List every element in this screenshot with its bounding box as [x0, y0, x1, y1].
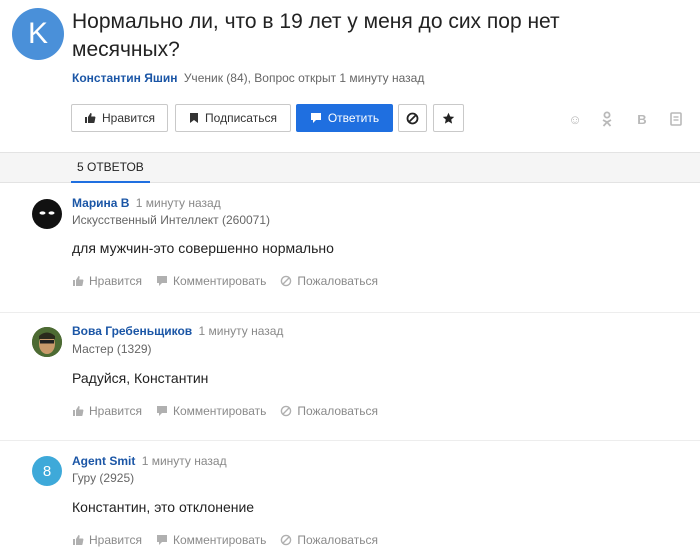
- answer-report-button[interactable]: Пожаловаться: [280, 404, 378, 418]
- answer-time: 1 минуту назад: [141, 454, 227, 468]
- answer-comment-button[interactable]: Комментировать: [156, 274, 266, 288]
- comment-icon: [156, 406, 167, 416]
- answer-author-line: Agent Smit 1 минуту назад: [72, 454, 227, 468]
- answer-report-label: Пожаловаться: [297, 533, 378, 547]
- answer-like-button[interactable]: Нравится: [72, 533, 142, 547]
- report-icon: [281, 275, 292, 287]
- avatar[interactable]: [32, 327, 62, 357]
- thumbs-up-icon: [73, 406, 84, 416]
- answer-like-button[interactable]: Нравится: [72, 274, 142, 288]
- answer-comment-label: Комментировать: [172, 404, 267, 418]
- answer-button[interactable]: Ответить: [296, 104, 393, 132]
- question-title: Нормально ли, что в 19 лет у меня до сих…: [72, 10, 560, 61]
- divider: [0, 440, 700, 441]
- tab-answers[interactable]: 5 ОТВЕТОВ: [71, 153, 150, 183]
- avatar-letter: 8: [42, 462, 52, 480]
- avatar-letter: K: [27, 17, 48, 50]
- answer-actions: Нравится Комментировать Пожаловаться: [72, 404, 378, 418]
- comment-icon: [156, 276, 167, 286]
- favorite-button[interactable]: [433, 104, 464, 132]
- thumbs-up-icon: [73, 535, 84, 545]
- thumbs-up-icon: [85, 113, 96, 123]
- answer-report-label: Пожаловаться: [297, 274, 378, 288]
- answer-item: Марина В 1 минуту назад Искусственный Ин…: [0, 183, 700, 313]
- answer-text: Радуйся, Константин: [72, 370, 209, 386]
- answer-like-button[interactable]: Нравится: [72, 404, 142, 418]
- question-author-avatar[interactable]: K: [12, 8, 64, 60]
- share-ok-icon[interactable]: [598, 110, 616, 128]
- question-meta-text: Ученик (84), Вопрос открыт 1 минуту наза…: [183, 71, 425, 85]
- like-button-label: Нравится: [102, 111, 155, 125]
- answer-time: 1 минуту назад: [198, 324, 284, 338]
- answer-button-label: Ответить: [327, 111, 380, 125]
- more-share-icon[interactable]: [667, 110, 685, 128]
- answer-like-label: Нравится: [89, 404, 142, 418]
- question-meta: Константин Яшин Ученик (84), Вопрос откр…: [72, 71, 424, 85]
- answer-text: Константин, это отклонение: [72, 499, 255, 515]
- answer-comment-button[interactable]: Комментировать: [156, 404, 266, 418]
- answer-author-rank: Мастер (1329): [72, 342, 152, 356]
- speech-bubble-icon: [310, 113, 321, 123]
- answer-comment-button[interactable]: Комментировать: [156, 533, 266, 547]
- subscribe-button[interactable]: Подписаться: [175, 104, 291, 132]
- answer-actions: Нравится Комментировать Пожаловаться: [72, 533, 378, 547]
- bookmark-icon: [190, 113, 199, 123]
- answer-report-button[interactable]: Пожаловаться: [280, 533, 378, 547]
- like-button[interactable]: Нравится: [71, 104, 168, 132]
- answer-time: 1 минуту назад: [135, 196, 221, 210]
- question-author-link[interactable]: Константин Яшин: [72, 71, 177, 85]
- answer-author-link[interactable]: Agent Smit: [72, 454, 135, 468]
- answer-author-line: Марина В 1 минуту назад: [72, 196, 221, 210]
- answer-author-link[interactable]: Марина В: [72, 196, 129, 210]
- answer-text: для мужчин-это совершенно нормально: [72, 240, 334, 256]
- comment-icon: [156, 535, 167, 545]
- answer-report-button[interactable]: Пожаловаться: [280, 274, 378, 288]
- subscribe-button-label: Подписаться: [205, 111, 277, 125]
- answers-tab-bar: 5 ОТВЕТОВ: [0, 152, 700, 183]
- answer-like-label: Нравится: [89, 533, 142, 547]
- answer-like-label: Нравится: [89, 274, 142, 288]
- answer-comment-label: Комментировать: [172, 533, 267, 547]
- answer-report-label: Пожаловаться: [297, 404, 378, 418]
- block-button[interactable]: [398, 104, 427, 132]
- avatar[interactable]: [32, 199, 62, 229]
- answer-item: Вова Гребеньщиков 1 минуту назад Мастер …: [0, 312, 700, 441]
- report-icon: [281, 405, 292, 417]
- answer-author-rank: Искусственный Интеллект (260071): [72, 213, 271, 227]
- answer-item: 8 Agent Smit 1 минуту назад Гуру (2925) …: [0, 440, 700, 558]
- report-icon: [281, 534, 292, 546]
- answer-actions: Нравится Комментировать Пожаловаться: [72, 274, 378, 288]
- answer-author-line: Вова Гребеньщиков 1 минуту назад: [72, 324, 283, 338]
- answer-comment-label: Комментировать: [172, 274, 267, 288]
- share-vk-icon[interactable]: B: [633, 110, 651, 128]
- answer-author-rank: Гуру (2925): [72, 471, 135, 485]
- star-icon: [442, 112, 455, 124]
- share-mail-icon[interactable]: ☺: [566, 110, 584, 128]
- block-icon: [406, 112, 419, 124]
- divider: [0, 312, 700, 313]
- avatar[interactable]: 8: [32, 456, 62, 486]
- thumbs-up-icon: [73, 276, 84, 286]
- answer-author-link[interactable]: Вова Гребеньщиков: [72, 324, 192, 338]
